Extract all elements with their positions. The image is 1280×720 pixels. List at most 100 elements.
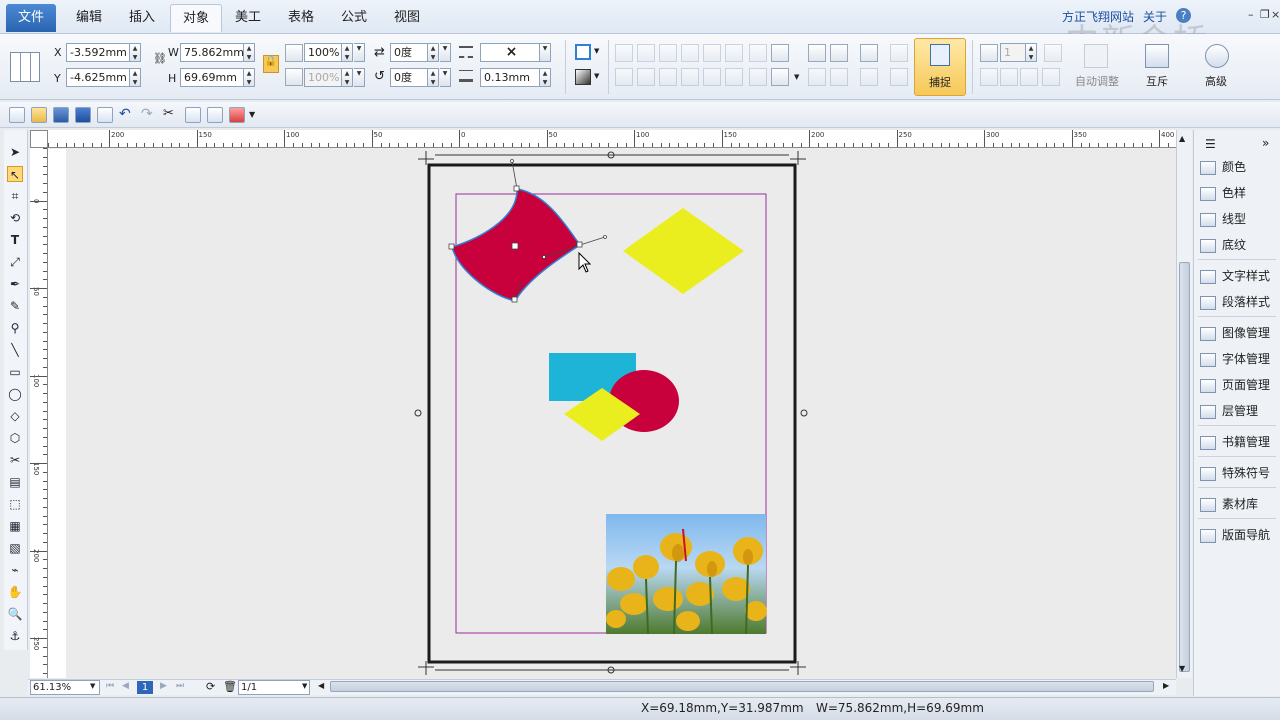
delete-page-icon[interactable]: 🗑	[223, 680, 237, 693]
distribute-left-icon[interactable]	[615, 68, 633, 86]
line-style-select[interactable]: ×	[480, 43, 540, 62]
redo-icon[interactable]: ↷	[141, 107, 157, 123]
panel-list-icon[interactable]: ☰	[1205, 137, 1216, 151]
auto-adjust-button[interactable]: 自动调整	[1068, 73, 1126, 89]
align-bottom-icon[interactable]	[749, 44, 767, 62]
scale-y-dropdown[interactable]: ▼	[354, 68, 365, 87]
pdf-export-icon[interactable]	[229, 107, 245, 123]
height-field[interactable]: 69.69mm	[180, 68, 244, 87]
rotate-stepper[interactable]: ▲ ▼	[428, 43, 439, 62]
distribute-vertical-icon[interactable]	[681, 68, 699, 86]
vertical-ruler[interactable]: 050100150200250	[30, 148, 48, 678]
paste-icon[interactable]	[207, 107, 223, 123]
new-file-icon[interactable]	[9, 107, 25, 123]
link-text-icon[interactable]: ⤢	[7, 254, 23, 270]
word-export-icon[interactable]	[75, 107, 91, 123]
zoom-tool-icon[interactable]: 🔍	[7, 606, 23, 622]
fill-color-icon[interactable]	[575, 69, 591, 85]
column-settings-icon[interactable]	[1044, 44, 1062, 62]
align-top-icon[interactable]	[703, 44, 721, 62]
scissors-tool-icon[interactable]: ✂	[7, 452, 23, 468]
bring-front-icon[interactable]	[860, 68, 878, 86]
direct-select-icon[interactable]: ↖	[7, 166, 23, 182]
align-center-icon[interactable]	[637, 44, 655, 62]
menu-insert[interactable]: 插入	[117, 4, 167, 32]
distribute-horizontal-icon[interactable]	[681, 44, 699, 62]
release-icon[interactable]	[830, 68, 848, 86]
combine-icon[interactable]	[808, 68, 826, 86]
polygon-tool-icon[interactable]: ⬡	[7, 430, 23, 446]
align-right-icon[interactable]	[659, 44, 677, 62]
tulip-photo[interactable]	[606, 514, 767, 635]
panel-item-line-type[interactable]: 线型	[1200, 208, 1246, 230]
select-arrow-icon[interactable]: ➤	[7, 144, 23, 160]
refresh-icon[interactable]: ⟳	[206, 680, 215, 693]
align-page-icon[interactable]	[771, 44, 789, 62]
scroll-up-arrow[interactable]: ▲	[1179, 134, 1185, 143]
send-back-icon[interactable]	[890, 68, 908, 86]
restore-icon[interactable]: ❐	[1260, 8, 1270, 21]
exclusive-button[interactable]: 互斥	[1137, 73, 1177, 89]
lock-proportion-icon[interactable]: 🔒	[263, 55, 279, 73]
close-icon[interactable]: ×	[1271, 8, 1280, 21]
x-stepper[interactable]: ▲ ▼	[130, 43, 141, 62]
last-page-button[interactable]: ⏭	[176, 681, 184, 691]
line-style-dropdown[interactable]: ▼	[540, 43, 551, 62]
align-to-dropdown-icon[interactable]	[771, 68, 789, 86]
page-number-select[interactable]: 1/1	[238, 680, 310, 695]
menu-file[interactable]: 文件	[6, 4, 57, 32]
column-count-field[interactable]: 1	[1000, 43, 1026, 62]
column-layout-1-icon[interactable]	[980, 68, 998, 86]
advanced-button[interactable]: 高级	[1196, 73, 1236, 89]
menu-edit[interactable]: 编辑	[64, 4, 114, 32]
link-chain-icon[interactable]: ⛓	[153, 52, 167, 65]
rotate-tool-icon[interactable]: ⟲	[7, 210, 23, 226]
skew-field[interactable]: 0度	[390, 68, 428, 87]
menu-table[interactable]: 表格	[276, 4, 326, 32]
diamond-tool-icon[interactable]: ◇	[7, 408, 23, 424]
stroke-color-icon[interactable]	[575, 44, 591, 60]
scale-y-stepper[interactable]: ▲ ▼	[342, 68, 353, 87]
toolbar-more-icon[interactable]: ▼	[249, 107, 265, 123]
distribute-bottom-icon[interactable]	[749, 68, 767, 86]
scale-y-field[interactable]: 100%	[304, 68, 342, 87]
page-layout[interactable]	[48, 149, 1176, 678]
eyedropper-icon[interactable]: ⚲	[7, 320, 23, 336]
vertical-scroll-thumb[interactable]	[1179, 262, 1190, 672]
table-tool-icon[interactable]: ▦	[7, 518, 23, 534]
y-stepper[interactable]: ▲ ▼	[130, 68, 141, 87]
anchor-tool-icon[interactable]: ⚓	[7, 628, 23, 644]
pen-tool-icon[interactable]: ✒	[7, 276, 23, 292]
vertical-scrollbar[interactable]: ▲ ▼	[1176, 130, 1192, 678]
save-icon[interactable]	[53, 107, 69, 123]
columns-icon[interactable]	[980, 44, 998, 62]
scroll-down-arrow[interactable]: ▼	[1179, 664, 1185, 673]
stroke-color-dropdown[interactable]: ▼	[594, 47, 599, 55]
column-layout-4-icon[interactable]	[1042, 68, 1060, 86]
menu-art[interactable]: 美工	[223, 4, 273, 32]
prev-page-button[interactable]: ◀	[122, 681, 129, 691]
menu-formula[interactable]: 公式	[329, 4, 379, 32]
panel-item-layout-navigator[interactable]: 版面导航	[1200, 524, 1270, 546]
zoom-dropdown-arrow[interactable]: ▼	[90, 682, 95, 690]
first-page-button[interactable]: ⏮	[106, 681, 114, 691]
frame-tool-icon[interactable]: ⬚	[7, 496, 23, 512]
horizontal-scroll-thumb[interactable]	[330, 681, 1154, 692]
column-count-stepper[interactable]: ▲ ▼	[1026, 43, 1037, 62]
line-tool-icon[interactable]: ╲	[7, 342, 23, 358]
scroll-right-arrow[interactable]: ▶	[1163, 681, 1169, 690]
unlock-icon[interactable]	[890, 44, 908, 62]
table-edit-icon[interactable]: ▧	[7, 540, 23, 556]
lock-icon[interactable]	[860, 44, 878, 62]
skew-stepper[interactable]: ▲ ▼	[428, 68, 439, 87]
ellipse-tool-icon[interactable]: ◯	[7, 386, 23, 402]
current-page-badge[interactable]: 1	[137, 681, 153, 694]
next-page-button[interactable]: ▶	[160, 681, 167, 691]
panel-item-pattern[interactable]: 底纹	[1200, 234, 1246, 256]
column-layout-3-icon[interactable]	[1020, 68, 1038, 86]
open-folder-icon[interactable]	[31, 107, 47, 123]
page-number-dropdown-arrow[interactable]: ▼	[302, 682, 307, 690]
scale-x-stepper[interactable]: ▲ ▼	[342, 43, 353, 62]
rectangle-tool-icon[interactable]: ▭	[7, 364, 23, 380]
crop-icon[interactable]: ⌗	[7, 188, 23, 204]
